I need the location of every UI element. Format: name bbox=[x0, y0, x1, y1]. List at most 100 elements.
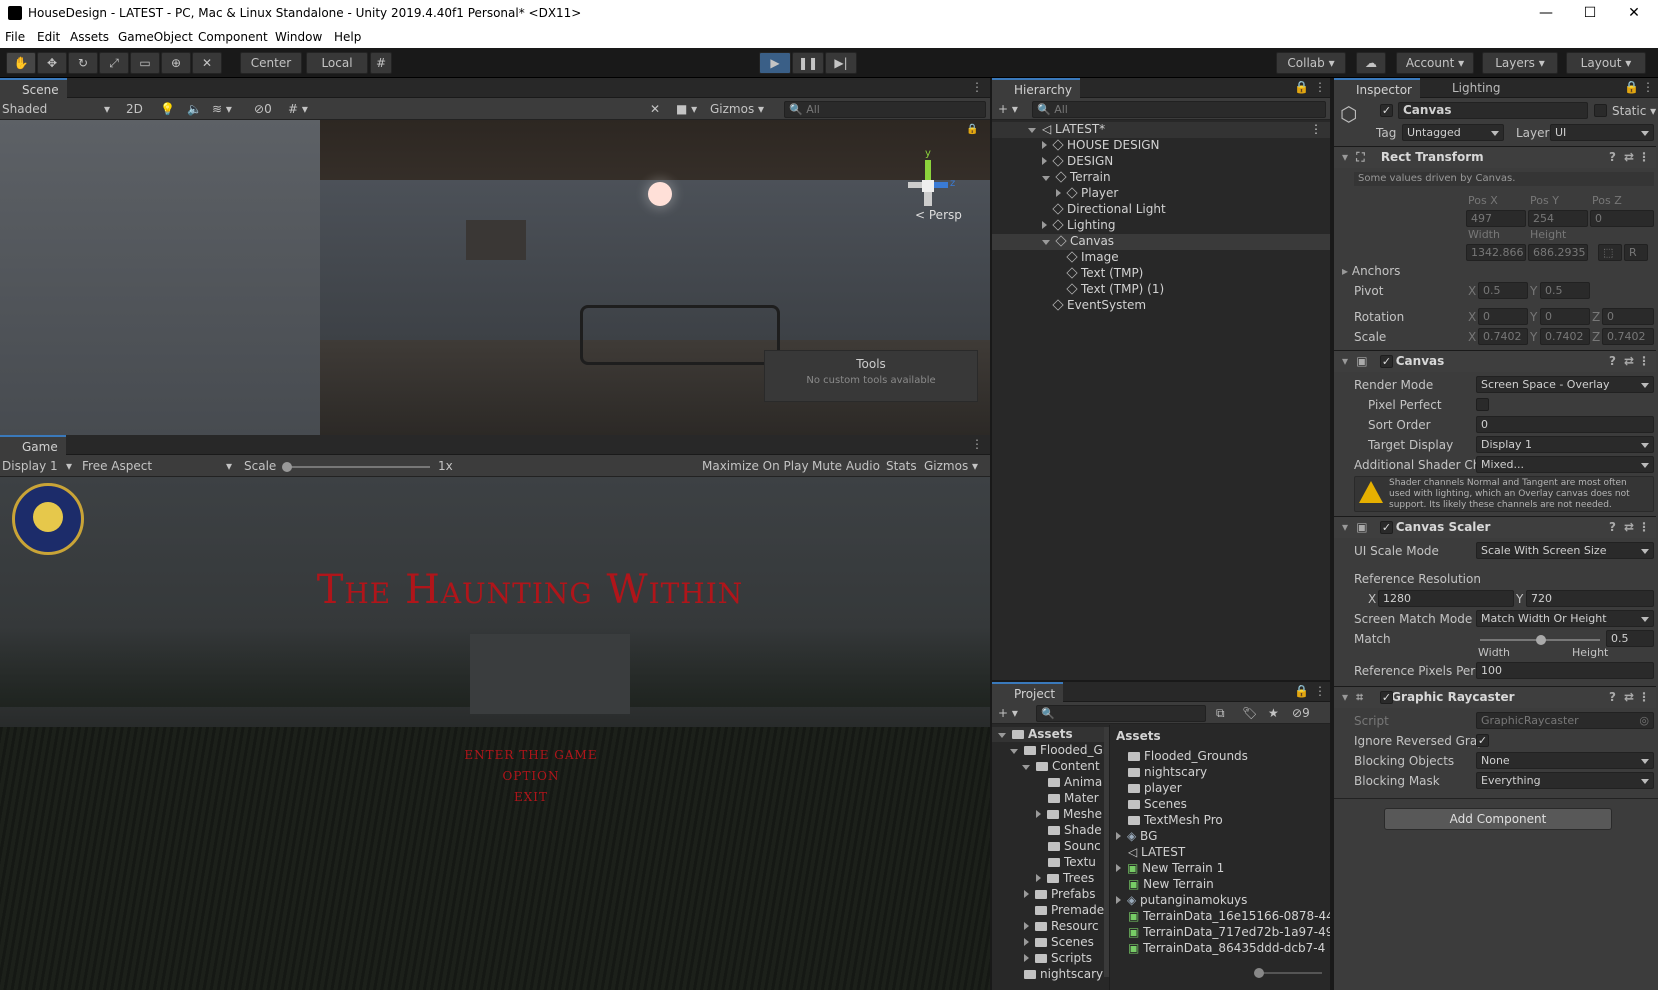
asset-item[interactable]: ◁ LATEST bbox=[1128, 845, 1185, 860]
rect-tool-icon[interactable]: ▭ bbox=[130, 52, 160, 74]
project-menu-icon[interactable]: ⋮ bbox=[1314, 684, 1326, 698]
gizmo-center[interactable] bbox=[922, 180, 934, 192]
active-checkbox[interactable]: ✓ bbox=[1380, 104, 1393, 117]
transform-tool-icon[interactable]: ⊕ bbox=[161, 52, 191, 74]
static-checkbox[interactable] bbox=[1594, 104, 1607, 117]
asset-item[interactable]: ◈ BG bbox=[1116, 829, 1157, 844]
step-button[interactable]: ▶| bbox=[825, 52, 857, 74]
menu-component[interactable]: Component bbox=[198, 30, 268, 44]
project-search-input[interactable]: 🔍 bbox=[1036, 705, 1206, 722]
rotate-tool-icon[interactable]: ↻ bbox=[68, 52, 98, 74]
pivot-local-toggle[interactable]: Local bbox=[306, 52, 368, 74]
render-mode-dropdown[interactable]: Screen Space - Overlay bbox=[1476, 376, 1654, 393]
graphic-raycaster-header[interactable]: ▾ ⌗ ✓ Graphic Raycaster ? ⇄ ⋮ bbox=[1334, 686, 1656, 708]
expand-arrow-icon[interactable] bbox=[1056, 189, 1061, 197]
tab-lighting[interactable]: Lighting bbox=[1438, 81, 1501, 95]
scale-tool-icon[interactable]: ⤢ bbox=[99, 52, 129, 74]
tree-assets[interactable]: Assets bbox=[992, 727, 1109, 742]
hierarchy-item-player[interactable]: Player bbox=[992, 186, 1330, 202]
hierarchy-item-image[interactable]: Image bbox=[992, 250, 1330, 266]
tree-premade[interactable]: Premade bbox=[992, 903, 1104, 918]
close-button[interactable]: ✕ bbox=[1612, 2, 1656, 24]
raycaster-enabled-checkbox[interactable]: ✓ bbox=[1380, 691, 1393, 704]
create-button[interactable]: + ▾ bbox=[998, 101, 1018, 118]
scale-z-field[interactable]: 0.7402 bbox=[1602, 328, 1654, 345]
ref-x-field[interactable]: 1280 bbox=[1378, 590, 1514, 607]
tree-meshes[interactable]: Meshe bbox=[992, 807, 1102, 822]
object-name-input[interactable]: Canvas bbox=[1398, 102, 1588, 119]
component-menu-icon[interactable]: ⋮ bbox=[1638, 147, 1650, 168]
grid-icon[interactable]: # ▾ bbox=[288, 101, 308, 118]
help-icon[interactable]: ? bbox=[1609, 351, 1616, 372]
scale-slider-thumb[interactable] bbox=[282, 462, 292, 472]
hierarchy-item-terrain[interactable]: Terrain bbox=[992, 170, 1330, 186]
collapse-arrow-icon[interactable] bbox=[1042, 240, 1050, 245]
scene-search-input[interactable]: 🔍 All bbox=[784, 101, 986, 118]
expand-arrow-icon[interactable] bbox=[1024, 938, 1029, 946]
canvas-scaler-enabled-checkbox[interactable]: ✓ bbox=[1380, 521, 1393, 534]
preset-icon[interactable]: ⇄ bbox=[1624, 517, 1634, 538]
tree-scrollbar[interactable] bbox=[1104, 727, 1109, 977]
posz-field[interactable]: 0 bbox=[1590, 210, 1654, 227]
asset-item[interactable]: ◈ putanginamokuys bbox=[1116, 893, 1247, 908]
foldout-arrow-icon[interactable]: ▾ bbox=[1342, 354, 1348, 368]
expand-arrow-icon[interactable] bbox=[1024, 954, 1029, 962]
menu-enter-game[interactable]: Enter the game bbox=[0, 745, 990, 766]
pivot-x-field[interactable]: 0.5 bbox=[1478, 282, 1528, 299]
gizmo-down-axis[interactable] bbox=[924, 192, 932, 206]
posx-field[interactable]: 497 bbox=[1466, 210, 1526, 227]
tree-nightscary[interactable]: nightscary bbox=[992, 967, 1103, 982]
canvas-enabled-checkbox[interactable]: ✓ bbox=[1380, 355, 1393, 368]
static-dropdown[interactable]: Static ▾ bbox=[1612, 104, 1656, 118]
expand-arrow-icon[interactable] bbox=[1042, 221, 1047, 229]
grid-snap-icon[interactable]: # bbox=[370, 52, 392, 74]
mute-audio-toggle[interactable]: Mute Audio bbox=[812, 458, 880, 475]
tree-trees[interactable]: Trees bbox=[992, 871, 1094, 886]
aspect-dropdown[interactable]: Free Aspect ▾ bbox=[82, 458, 234, 475]
match-slider-thumb[interactable] bbox=[1536, 635, 1546, 645]
help-icon[interactable]: ? bbox=[1609, 147, 1616, 168]
script-field[interactable]: GraphicRaycaster ◎ bbox=[1476, 712, 1654, 729]
width-field[interactable]: 1342.866 bbox=[1466, 244, 1526, 261]
shader-channels-dropdown[interactable]: Mixed... bbox=[1476, 456, 1654, 473]
expand-arrow-icon[interactable] bbox=[1116, 896, 1121, 904]
target-display-dropdown[interactable]: Display 1 bbox=[1476, 436, 1654, 453]
menu-help[interactable]: Help bbox=[334, 30, 361, 44]
hidden-packages-toggle[interactable]: ⊘9 bbox=[1292, 705, 1310, 722]
rot-y-field[interactable]: 0 bbox=[1540, 308, 1590, 325]
preset-icon[interactable]: ⇄ bbox=[1624, 351, 1634, 372]
scale-y-field[interactable]: 0.7402 bbox=[1540, 328, 1590, 345]
tree-shaders[interactable]: Shade bbox=[992, 823, 1102, 838]
collab-dropdown[interactable]: Collab ▾ bbox=[1276, 52, 1346, 74]
height-field[interactable]: 686.2935 bbox=[1528, 244, 1588, 261]
project-lock-icon[interactable]: 🔒 bbox=[1294, 684, 1309, 698]
preset-icon[interactable]: ⇄ bbox=[1624, 147, 1634, 168]
menu-option[interactable]: Option bbox=[0, 766, 990, 787]
scene-root-row[interactable]: ◁ LATEST* ⋮ bbox=[992, 122, 1330, 138]
expand-arrow-icon[interactable] bbox=[1116, 832, 1121, 840]
foldout-arrow-icon[interactable]: ▸ bbox=[1342, 264, 1348, 278]
collapse-arrow-icon[interactable] bbox=[1010, 749, 1018, 754]
collapse-arrow-icon[interactable] bbox=[1022, 765, 1030, 770]
ref-pixels-field[interactable]: 100 bbox=[1476, 662, 1654, 679]
menu-gameobject[interactable]: GameObject bbox=[118, 30, 193, 44]
icon-size-slider[interactable] bbox=[1258, 972, 1322, 974]
sun-icon[interactable] bbox=[648, 182, 672, 206]
canvas-component-header[interactable]: ▾ ▣ ✓ Canvas ? ⇄ ⋮ bbox=[1334, 350, 1656, 372]
foldout-arrow-icon[interactable]: ▾ bbox=[1342, 150, 1348, 164]
hand-tool-icon[interactable]: ✋ bbox=[6, 52, 36, 74]
hierarchy-item-eventsystem[interactable]: EventSystem bbox=[992, 298, 1330, 314]
asset-item[interactable]: TextMesh Pro bbox=[1128, 813, 1223, 828]
pause-button[interactable]: ❚❚ bbox=[792, 52, 824, 74]
menu-file[interactable]: File bbox=[5, 30, 25, 44]
account-dropdown[interactable]: Account ▾ bbox=[1396, 52, 1474, 74]
layers-dropdown[interactable]: Layers ▾ bbox=[1482, 52, 1558, 74]
audio-icon[interactable]: 🔈 bbox=[187, 101, 202, 118]
2d-toggle[interactable]: 2D bbox=[126, 101, 143, 118]
expand-arrow-icon[interactable] bbox=[1028, 128, 1036, 133]
hierarchy-item-design[interactable]: DESIGN bbox=[992, 154, 1330, 170]
rot-z-field[interactable]: 0 bbox=[1602, 308, 1654, 325]
lighting-icon[interactable]: 💡 bbox=[160, 101, 175, 118]
gizmo-x-axis[interactable] bbox=[908, 182, 922, 188]
tree-textures[interactable]: Textu bbox=[992, 855, 1096, 870]
